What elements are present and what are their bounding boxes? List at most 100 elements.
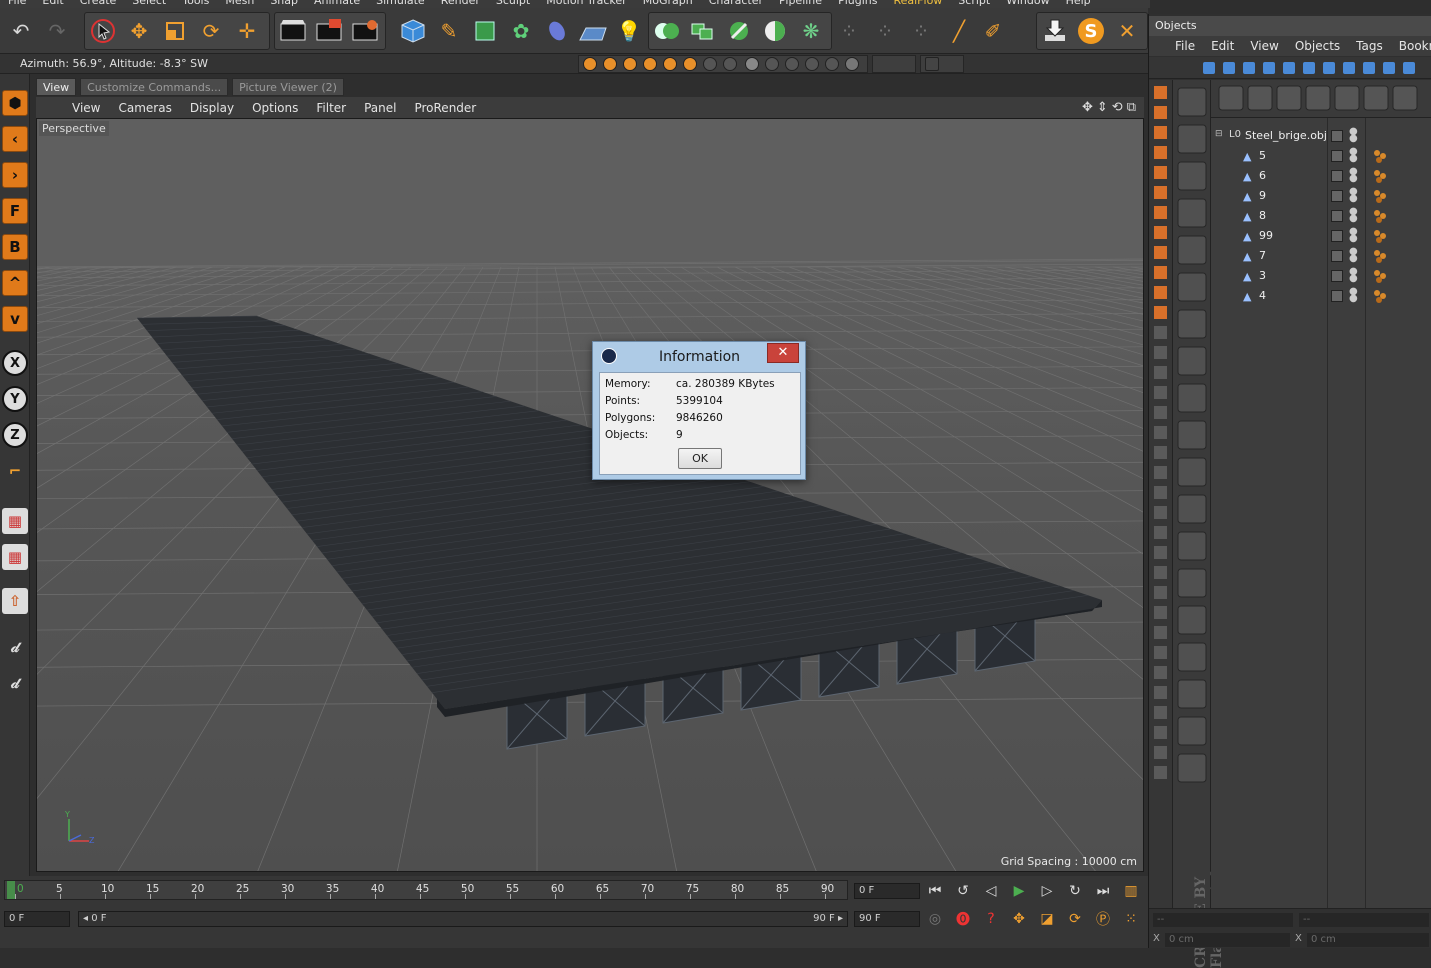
menu-item-animate[interactable]: Animate bbox=[314, 0, 360, 8]
gray-tool-1-icon[interactable]: ⁘ bbox=[832, 14, 866, 48]
lock-axis-icon[interactable] bbox=[805, 57, 819, 71]
viewport-menu-display[interactable]: Display bbox=[190, 101, 234, 115]
undo-button[interactable]: ↶ bbox=[4, 14, 38, 48]
go-to-start-icon[interactable]: ⏮ bbox=[924, 880, 946, 902]
render-settings-icon[interactable] bbox=[348, 14, 382, 48]
transform-tool-icon[interactable]: ✛ bbox=[230, 14, 264, 48]
knife-tool-icon[interactable]: ╱ bbox=[942, 14, 976, 48]
record-disabled-icon[interactable]: ◎ bbox=[924, 908, 946, 930]
render-visibility-dots[interactable]: ● ● bbox=[1349, 227, 1358, 244]
render-view-icon[interactable] bbox=[276, 14, 310, 48]
menu-item-help[interactable]: Help bbox=[1066, 0, 1091, 8]
coordinate-system-icon[interactable]: ⌐ bbox=[2, 458, 28, 484]
redo-button[interactable]: ↷ bbox=[40, 14, 74, 48]
symmetry-icon[interactable] bbox=[722, 14, 756, 48]
object-row[interactable]: ▲ 7 ● ● bbox=[1211, 246, 1431, 266]
key-pla-icon[interactable]: ⁙ bbox=[1120, 908, 1142, 930]
material-tag-icon[interactable] bbox=[1373, 249, 1387, 263]
quantize-icon[interactable] bbox=[785, 57, 799, 71]
render-visibility-dots[interactable]: ● ● bbox=[1349, 287, 1358, 304]
coord-x1-field[interactable]: 0 cm bbox=[1165, 933, 1290, 947]
visibility-toggle[interactable] bbox=[1331, 190, 1343, 202]
viewport-menu-options[interactable]: Options bbox=[252, 101, 298, 115]
cloner-icon[interactable]: ✿ bbox=[504, 14, 538, 48]
render-visibility-dots[interactable]: ● ● bbox=[1349, 127, 1358, 144]
menu-item-mesh[interactable]: Mesh bbox=[225, 0, 254, 8]
previous-key-icon[interactable]: ↺ bbox=[952, 880, 974, 902]
floor-icon[interactable] bbox=[576, 14, 610, 48]
viewport-menu-filter[interactable]: Filter bbox=[316, 101, 346, 115]
maximize-icon[interactable]: ⧉ bbox=[1127, 100, 1136, 115]
key-scale-icon[interactable]: ◪ bbox=[1036, 908, 1058, 930]
menu-item-snap[interactable]: Snap bbox=[270, 0, 298, 8]
om-menu-file[interactable]: File bbox=[1175, 39, 1195, 53]
make-editable-icon[interactable]: ⬢ bbox=[2, 90, 28, 116]
object-row[interactable]: ▲ 6 ● ● bbox=[1211, 166, 1431, 186]
render-visibility-dots[interactable]: ● ● bbox=[1349, 247, 1358, 264]
object-row[interactable]: ▲ 99 ● ● bbox=[1211, 226, 1431, 246]
render-visibility-dots[interactable]: ● ● bbox=[1349, 147, 1358, 164]
menu-item-render[interactable]: Render bbox=[441, 0, 480, 8]
menu-item-character[interactable]: Character bbox=[709, 0, 763, 8]
fracture-icon[interactable]: ✕ bbox=[1110, 14, 1144, 48]
render-visibility-dots[interactable]: ● ● bbox=[1349, 207, 1358, 224]
select-tool-icon[interactable] bbox=[86, 14, 120, 48]
sculpt-mode-icon[interactable] bbox=[825, 57, 839, 71]
visibility-toggle[interactable] bbox=[1331, 130, 1343, 142]
object-row[interactable]: ▲ 4 ● ● bbox=[1211, 286, 1431, 306]
model-mode-icon[interactable] bbox=[663, 57, 677, 71]
menu-item-simulate[interactable]: Simulate bbox=[376, 0, 425, 8]
dialog-title-bar[interactable]: Information ✕ bbox=[593, 342, 805, 372]
menu-item-tools[interactable]: Tools bbox=[182, 0, 209, 8]
start-frame-field[interactable]: 0 F bbox=[4, 911, 70, 927]
s-plugin-icon[interactable]: S bbox=[1074, 14, 1108, 48]
play-icon[interactable]: ▶ bbox=[1008, 880, 1030, 902]
viewport-menu-cameras[interactable]: Cameras bbox=[118, 101, 171, 115]
menu-item-create[interactable]: Create bbox=[80, 0, 117, 8]
visibility-toggle[interactable] bbox=[1331, 150, 1343, 162]
connect-icon[interactable] bbox=[686, 14, 720, 48]
dolly-icon[interactable]: ⇕ bbox=[1097, 100, 1108, 115]
cube-primitive-icon[interactable] bbox=[396, 14, 430, 48]
viewport-single-icon[interactable]: ▦ bbox=[2, 544, 28, 570]
tool-left-icon[interactable]: ‹ bbox=[2, 126, 28, 152]
menu-item-select[interactable]: Select bbox=[132, 0, 166, 8]
key-parameter-icon[interactable]: Ⓟ bbox=[1092, 908, 1114, 930]
globe-icon[interactable] bbox=[745, 57, 759, 71]
boole-icon[interactable] bbox=[650, 14, 684, 48]
viewport-menu-prorender[interactable]: ProRender bbox=[414, 101, 476, 115]
material-tag-icon[interactable] bbox=[1373, 289, 1387, 303]
menu-item-window[interactable]: Window bbox=[1006, 0, 1049, 8]
menu-item-realflow[interactable]: RealFlow bbox=[893, 0, 942, 8]
coord-x2-field[interactable]: 0 cm bbox=[1307, 933, 1429, 947]
bottom-view-icon[interactable]: v bbox=[2, 306, 28, 332]
material-tag-icon[interactable] bbox=[1373, 149, 1387, 163]
tab-picture-viewer[interactable]: Picture Viewer (2) bbox=[232, 78, 344, 96]
viewport-menu-panel[interactable]: Panel bbox=[364, 101, 396, 115]
material-tag-icon[interactable] bbox=[1373, 169, 1387, 183]
scale-tool-icon[interactable] bbox=[158, 14, 192, 48]
coord-field-2[interactable]: -- bbox=[1299, 913, 1429, 927]
half-sphere-icon[interactable] bbox=[758, 14, 792, 48]
dialog-close-button[interactable]: ✕ bbox=[767, 343, 799, 363]
spline-pen-icon[interactable]: 𝒹 bbox=[2, 634, 28, 660]
visibility-toggle[interactable] bbox=[1331, 210, 1343, 222]
material-tag-icon[interactable] bbox=[1373, 209, 1387, 223]
next-frame-icon[interactable]: ▷ bbox=[1036, 880, 1058, 902]
coord-field-1[interactable]: -- bbox=[1153, 913, 1293, 927]
om-menu-view[interactable]: View bbox=[1250, 39, 1278, 53]
menu-item-mograph[interactable]: MoGraph bbox=[643, 0, 693, 8]
film-strip-icon[interactable]: ▥ bbox=[1120, 880, 1142, 902]
import-icon[interactable]: ⇧ bbox=[2, 588, 28, 614]
menu-item-motion-tracker[interactable]: Motion Tracker bbox=[546, 0, 626, 8]
menu-item-plugins[interactable]: Plugins bbox=[838, 0, 877, 8]
object-manager-tab[interactable]: Objects bbox=[1149, 16, 1431, 36]
go-to-end-icon[interactable]: ⏭ bbox=[1092, 880, 1114, 902]
ok-button[interactable]: OK bbox=[678, 448, 722, 469]
atom-array-icon[interactable]: ❋ bbox=[794, 14, 828, 48]
render-visibility-dots[interactable]: ● ● bbox=[1349, 267, 1358, 284]
download-icon[interactable] bbox=[1038, 14, 1072, 48]
snap-icon[interactable] bbox=[765, 57, 779, 71]
timeline-ruler[interactable]: 0 5 10 15 20 25 30 35 40 45 50 55 60 65 70 75 80 85 90 bbox=[4, 880, 848, 900]
viewport-menu-view[interactable]: View bbox=[72, 101, 100, 115]
